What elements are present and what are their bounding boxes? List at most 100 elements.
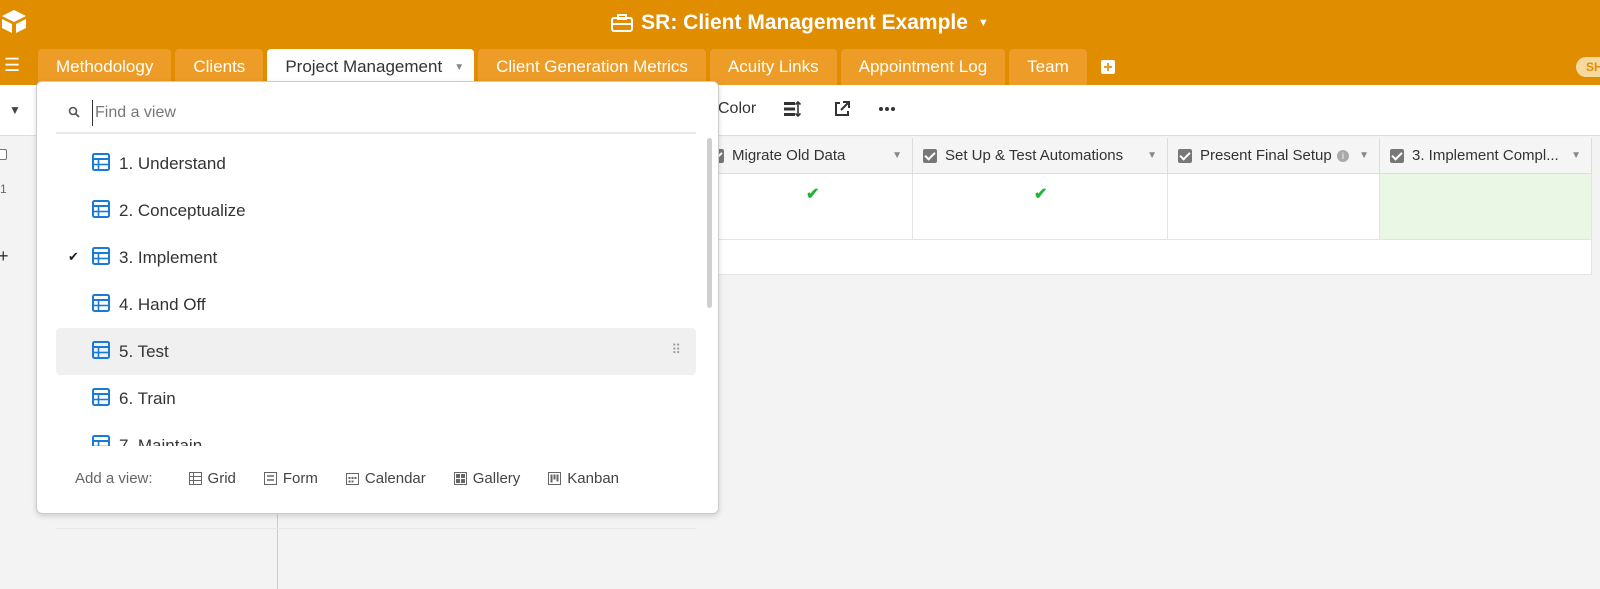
row-number: 1 [0, 182, 7, 196]
view-item-train[interactable]: 6. Train [56, 375, 696, 422]
app-header: SR: Client Management Example ▼ ☰ Method… [0, 0, 1600, 85]
share-view-icon[interactable] [832, 99, 852, 119]
grid-view-icon [92, 247, 110, 265]
kanban-icon [548, 471, 562, 485]
checkmark-icon[interactable]: ✔ [1034, 184, 1047, 204]
add-grid-view-button[interactable]: Grid [188, 469, 236, 487]
calendar-icon [345, 472, 359, 485]
grid-view-icon [92, 294, 110, 312]
cell-set-up-test-automations[interactable]: ✔ [913, 174, 1168, 240]
tab-label: Team [1027, 57, 1069, 76]
color-button[interactable]: Color [718, 100, 756, 118]
column-label: Set Up & Test Automations [945, 147, 1124, 164]
view-search [56, 94, 696, 134]
grid-view-icon [92, 435, 110, 446]
briefcase-icon [611, 14, 634, 32]
view-search-input[interactable] [92, 100, 652, 126]
checkbox-field-icon [1390, 148, 1404, 163]
scrollbar[interactable] [707, 138, 712, 308]
info-icon[interactable]: i [1337, 149, 1349, 162]
chevron-down-icon[interactable]: ▼ [1147, 150, 1157, 161]
checkbox-field-icon [923, 148, 937, 163]
tab-label: Acuity Links [727, 57, 819, 76]
grid-view-icon [92, 341, 110, 359]
search-icon [68, 106, 80, 121]
plus-square-icon [1100, 60, 1115, 74]
table-tabs: Methodology Clients Project Management ▼ … [38, 49, 1125, 85]
tab-acuity-links[interactable]: Acuity Links [709, 49, 837, 85]
add-gallery-view-button[interactable]: Gallery [453, 469, 521, 487]
base-title-text: SR: Client Management Example [641, 11, 968, 34]
option-label: Calendar [364, 469, 426, 487]
view-item-hand-off[interactable]: 4. Hand Off [56, 281, 696, 328]
option-label: Grid [207, 469, 236, 487]
tab-label: Clients [193, 57, 246, 76]
column-header-present-final-setup[interactable]: Present Final Setup i ▼ [1168, 138, 1380, 174]
tab-appointment-log[interactable]: Appointment Log [840, 49, 1006, 85]
gallery-icon [453, 471, 467, 485]
view-picker-dropdown: 1. Understand 2. Conceptualize ✔ 3. Impl… [36, 81, 720, 529]
column-label: 3. Implement Compl... [1412, 147, 1559, 164]
tab-methodology[interactable]: Methodology [38, 49, 172, 85]
option-label: Form [282, 469, 318, 487]
drag-handle-icon[interactable]: ⠿ [671, 342, 680, 358]
add-calendar-view-button[interactable]: Calendar [345, 469, 426, 487]
menu-icon[interactable]: ☰ [4, 56, 22, 74]
add-table-button[interactable] [1091, 49, 1125, 85]
view-label: 4. Hand Off [119, 295, 206, 314]
add-row-button[interactable]: + [0, 246, 9, 267]
view-item-understand[interactable]: 1. Understand [56, 140, 696, 187]
grid-view-icon [92, 388, 110, 406]
check-icon: ✔ [68, 249, 79, 264]
column-label: Migrate Old Data [732, 147, 846, 164]
chevron-down-icon[interactable]: ▼ [1571, 150, 1581, 161]
cell-implement-complete[interactable] [1380, 174, 1592, 240]
grid-icon [188, 471, 202, 485]
column-header-set-up-test-automations[interactable]: Set Up & Test Automations ▼ [913, 138, 1168, 174]
share-button[interactable]: SH [1576, 57, 1600, 77]
view-label: 6. Train [119, 389, 176, 408]
checkbox-field-icon [1178, 148, 1192, 163]
grid-view-icon [92, 200, 110, 218]
cell-migrate-old-data[interactable]: ✔ [700, 174, 913, 240]
tab-label: Client Generation Metrics [496, 57, 688, 76]
tab-label: Appointment Log [858, 57, 988, 76]
grid-view-icon [92, 153, 110, 171]
view-item-maintain[interactable]: 7. Maintain [56, 422, 696, 446]
checkmark-icon[interactable]: ✔ [806, 184, 819, 204]
column-header-implement-complete[interactable]: 3. Implement Compl... ▼ [1380, 138, 1592, 174]
more-options-icon[interactable] [877, 99, 897, 119]
base-title[interactable]: SR: Client Management Example ▼ [0, 8, 1600, 38]
view-label: 7. Maintain [119, 436, 203, 446]
tab-team[interactable]: Team [1009, 49, 1087, 85]
cell-present-final-setup[interactable] [1168, 174, 1380, 240]
view-label: 3. Implement [119, 248, 218, 267]
chevron-down-icon[interactable]: ▼ [892, 150, 902, 161]
form-icon [263, 471, 277, 485]
chevron-down-icon: ▼ [977, 17, 989, 29]
add-view-label: Add a view: [75, 469, 153, 487]
add-kanban-view-button[interactable]: Kanban [548, 470, 619, 487]
view-item-conceptualize[interactable]: 2. Conceptualize [56, 187, 696, 234]
view-item-test[interactable]: 5. Test ⠿ [56, 328, 696, 375]
chevron-down-icon[interactable]: ▼ [9, 103, 21, 117]
chevron-down-icon[interactable]: ▼ [454, 62, 464, 73]
option-label: Kanban [567, 469, 619, 487]
add-row-strip[interactable] [700, 240, 1592, 275]
column-header-migrate-old-data[interactable]: Migrate Old Data ▼ [700, 138, 913, 174]
row-height-icon[interactable] [782, 99, 802, 119]
option-label: Gallery [472, 469, 521, 487]
tab-client-generation-metrics[interactable]: Client Generation Metrics [478, 49, 706, 85]
column-label: Present Final Setup [1200, 147, 1332, 164]
tab-label: Methodology [56, 57, 154, 76]
add-form-view-button[interactable]: Form [263, 469, 318, 487]
view-label: 2. Conceptualize [119, 201, 246, 220]
view-item-implement[interactable]: ✔ 3. Implement [56, 234, 696, 281]
view-label: 1. Understand [119, 154, 226, 173]
select-all-checkbox[interactable] [0, 149, 7, 160]
tab-label: Project Management [285, 57, 443, 76]
tab-clients[interactable]: Clients [175, 49, 264, 85]
add-view-footer: Add a view: Grid Form Calendar Gallery K… [37, 448, 720, 508]
tab-project-management[interactable]: Project Management ▼ [267, 49, 475, 85]
chevron-down-icon[interactable]: ▼ [1359, 150, 1369, 161]
